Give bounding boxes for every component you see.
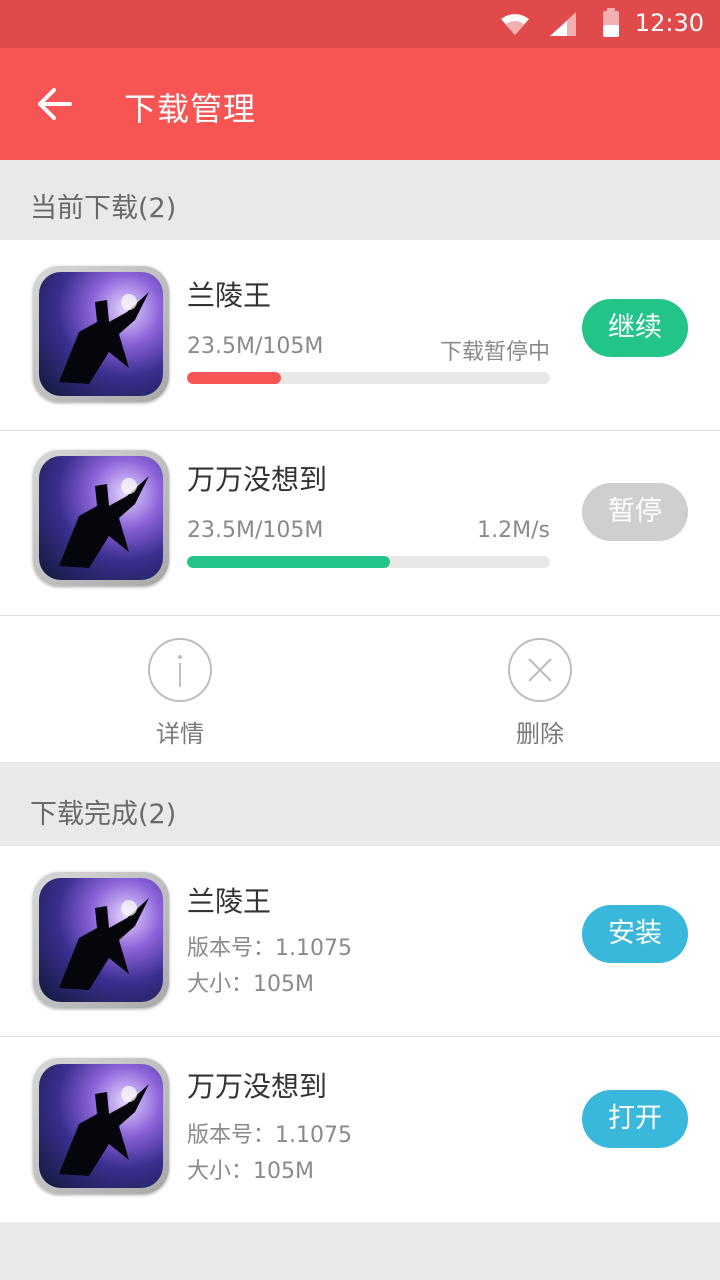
- signal-icon: [550, 12, 576, 36]
- download-item: 万万没想到 23.5M/105M 1.2M/s 暂停: [0, 431, 720, 615]
- download-item: 兰陵王 23.5M/105M 下载暂停中 继续: [0, 240, 720, 424]
- app-name: 万万没想到: [187, 463, 328, 496]
- completed-downloads-title: 下载完成(2): [30, 799, 177, 830]
- progress-bar-fill: [187, 556, 391, 568]
- current-downloads-title: 当前下载(2): [30, 193, 177, 224]
- current-downloads-list: 兰陵王 23.5M/105M 下载暂停中 继续 万万没想到 23.5M/105M…: [0, 240, 720, 762]
- app-name: 兰陵王: [187, 279, 272, 312]
- completed-item: 万万没想到 版本号：1.1075 大小：105M 打开: [0, 1037, 720, 1222]
- completed-downloads-list: 兰陵王 版本号：1.1075 大小：105M 安装 万万没想到 版本号：1.10…: [0, 846, 720, 1222]
- download-status: 下载暂停中: [439, 340, 550, 365]
- info-icon: [148, 638, 212, 702]
- app-icon: [33, 872, 169, 1008]
- progress-bar: [187, 372, 550, 384]
- current-downloads-header: 当前下载(2): [0, 160, 720, 240]
- download-size-progress: 23.5M/105M: [187, 334, 324, 359]
- close-icon: [508, 638, 572, 702]
- completed-downloads-header: 下载完成(2): [0, 766, 720, 846]
- app-name: 兰陵王: [187, 885, 272, 918]
- app-icon: [33, 1058, 169, 1194]
- clock: 12:30: [634, 9, 704, 37]
- back-arrow-icon[interactable]: [34, 86, 74, 122]
- progress-bar: [187, 556, 550, 568]
- progress-bar-fill: [187, 372, 282, 384]
- open-button[interactable]: 打开: [582, 1090, 688, 1148]
- page-title: 下载管理: [124, 90, 257, 128]
- continue-button[interactable]: 继续: [582, 299, 688, 357]
- battery-icon: [603, 8, 619, 37]
- size-text: 大小：105M: [187, 1159, 314, 1184]
- details-label: 详情: [156, 720, 204, 748]
- version-text: 版本号：1.1075: [187, 1123, 352, 1148]
- app-icon: [33, 450, 169, 586]
- version-text: 版本号：1.1075: [187, 936, 352, 961]
- app-bar: 下载管理: [0, 48, 720, 160]
- completed-item: 兰陵王 版本号：1.1075 大小：105M 安装: [0, 846, 720, 1036]
- status-bar: 12:30: [0, 0, 720, 48]
- install-button[interactable]: 安装: [582, 905, 688, 963]
- app-icon: [33, 266, 169, 402]
- delete-label: 删除: [516, 720, 564, 748]
- size-text: 大小：105M: [187, 972, 314, 997]
- divider: [0, 615, 720, 616]
- wifi-icon: [501, 14, 529, 35]
- app-name: 万万没想到: [187, 1070, 328, 1103]
- pause-button[interactable]: 暂停: [582, 483, 688, 541]
- download-speed: 1.2M/s: [477, 518, 550, 543]
- download-size-progress: 23.5M/105M: [187, 518, 324, 543]
